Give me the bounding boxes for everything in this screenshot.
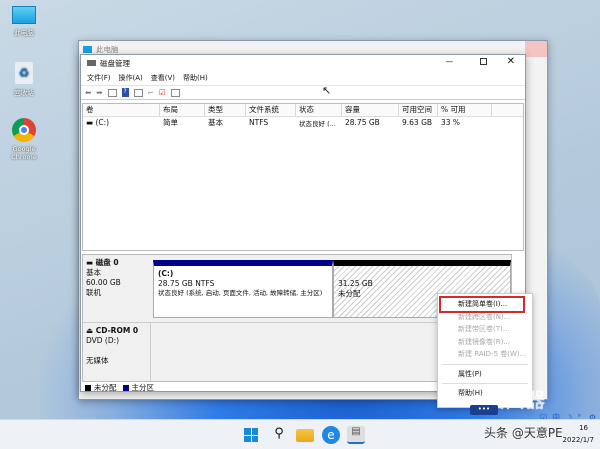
cell-type: 基本	[208, 118, 223, 127]
disk0-name: 磁盘 0	[95, 258, 119, 267]
menu-bar: 文件(F) 操作(A) 查看(V) 帮助(H)	[81, 71, 525, 85]
icon-label: Google Chrome	[11, 145, 37, 161]
col-status[interactable]: 状态	[296, 104, 342, 116]
unallocated-size: 31.25 GB	[338, 279, 373, 288]
list-icon[interactable]	[170, 88, 180, 97]
disk0-size: 60.00 GB	[86, 278, 121, 287]
toolbar: ⬅ ➡ ? ⌐ ☑	[81, 85, 525, 100]
col-layout[interactable]: 布局	[160, 104, 205, 116]
legend-primary: 主分区	[131, 383, 155, 392]
menu-properties[interactable]: 属性(P)	[438, 368, 532, 381]
mouse-cursor-icon: ↖	[322, 84, 332, 97]
menu-new-striped-volume[interactable]: 新建带区卷(T)...	[438, 323, 532, 336]
clock-time[interactable]: 16	[579, 424, 588, 432]
legend-swatch-primary	[122, 384, 129, 391]
cdrom-drive: DVD (D:)	[86, 336, 120, 345]
disk0-info[interactable]: ▬ 磁盘 0 基本 60.00 GB 联机	[86, 258, 148, 298]
forward-icon[interactable]: ➡	[96, 88, 102, 97]
volume-list: 卷 布局 类型 文件系统 状态 容量 可用空间 % 可用 ▬ (C:) 简单 基…	[82, 103, 524, 251]
file-explorer-icon[interactable]	[296, 429, 314, 442]
taskbar: ⚲ e ▤ 头条 @天意PE 16 2022/1/7	[0, 419, 600, 449]
menu-help[interactable]: 帮助(H)	[183, 73, 208, 83]
cell-pct: 33 %	[441, 118, 461, 127]
menu-new-spanned-volume[interactable]: 新建跨区卷(N)...	[438, 311, 532, 324]
cdrom-icon: ⏏	[86, 326, 96, 335]
recycle-bin-icon: ♻	[15, 62, 33, 84]
clock-date[interactable]: 2022/1/7	[563, 436, 594, 444]
menu-view[interactable]: 查看(V)	[151, 73, 175, 83]
col-capacity[interactable]: 容量	[342, 104, 399, 116]
disk0-type: 基本	[86, 268, 101, 277]
disk-icon: ▬	[86, 258, 96, 267]
icon-label: 此电脑	[14, 29, 34, 37]
col-pct[interactable]: % 可用	[438, 104, 492, 116]
legend-swatch-unallocated	[85, 384, 91, 391]
tray-overflow-button[interactable]: •••	[470, 405, 498, 415]
connect-icon[interactable]: ⌐	[148, 88, 154, 97]
legend-unallocated: 未分配	[94, 383, 117, 392]
minimize-button[interactable]: —	[446, 57, 454, 66]
monitor-icon	[12, 6, 36, 24]
search-icon[interactable]: ⚲	[270, 426, 288, 444]
window-title: 磁盘管理	[100, 58, 130, 68]
help-icon[interactable]: ?	[121, 88, 129, 97]
edge-icon[interactable]: e	[322, 426, 340, 444]
menu-new-mirrored-volume[interactable]: 新建镜像卷(R)...	[438, 336, 532, 349]
col-fs[interactable]: 文件系统	[246, 104, 296, 116]
disk-management-taskbar-icon[interactable]: ▤	[347, 426, 365, 444]
partition-c[interactable]: (C:) 28.75 GB NTFS 状态良好 (系统, 启动, 页面文件, 活…	[153, 260, 333, 318]
partition-c-status: 状态良好 (系统, 启动, 页面文件, 活动, 故障转储, 主分区)	[158, 289, 323, 297]
menu-new-simple-volume[interactable]: 新建简单卷(I)...	[439, 296, 525, 313]
cdrom-media: 无媒体	[86, 356, 109, 365]
cell-status: 状态良好 (...	[299, 119, 336, 128]
col-type[interactable]: 类型	[205, 104, 246, 116]
col-free[interactable]: 可用空间	[399, 104, 438, 116]
table-header: 卷 布局 类型 文件系统 状态 容量 可用空间 % 可用	[83, 104, 523, 117]
console-icon[interactable]	[107, 88, 117, 97]
cdrom-info[interactable]: ⏏ CD-ROM 0 DVD (D:) 无媒体	[86, 326, 138, 366]
cdrom-name: CD-ROM 0	[95, 326, 139, 335]
maximize-button[interactable]	[480, 58, 487, 65]
partition-c-label: (C:)	[158, 269, 174, 278]
menu-action[interactable]: 操作(A)	[119, 73, 143, 83]
start-button[interactable]	[242, 426, 260, 444]
cell-layout: 简单	[163, 118, 178, 127]
watermark-credit: 头条 @天意PE	[484, 426, 563, 440]
menu-new-raid5-volume[interactable]: 新建 RAID-5 卷(W)...	[438, 348, 532, 361]
check-icon[interactable]: ☑	[159, 88, 166, 97]
icon-label: 回收站	[14, 89, 34, 97]
desktop-icon-recycle-bin[interactable]: ♻ 回收站	[4, 62, 44, 97]
disk-management-icon	[87, 60, 96, 66]
close-button[interactable]: ✕	[507, 56, 515, 67]
col-volume[interactable]: 卷	[83, 104, 160, 116]
legend: 未分配 主分区	[85, 382, 154, 393]
table-row[interactable]: ▬ (C:) 简单 基本 NTFS 状态良好 (... 28.75 GB 9.6…	[83, 117, 523, 128]
cell-free: 9.63 GB	[402, 118, 433, 127]
properties-icon[interactable]	[133, 88, 143, 97]
explorer-close-button[interactable]	[525, 41, 547, 57]
desktop-icon-this-pc[interactable]: 此电脑	[4, 6, 44, 37]
disk0-state: 联机	[86, 288, 101, 297]
chrome-icon	[12, 118, 36, 142]
cell-fs: NTFS	[249, 118, 269, 127]
pc-icon	[83, 45, 92, 53]
desktop-icon-chrome[interactable]: Google Chrome	[4, 118, 44, 161]
cell-capacity: 28.75 GB	[345, 118, 380, 127]
cell-volume: (C:)	[95, 118, 110, 127]
explorer-title: 此电脑	[96, 44, 119, 54]
menu-file[interactable]: 文件(F)	[87, 73, 111, 83]
partition-c-size: 28.75 GB NTFS	[158, 279, 215, 288]
back-icon[interactable]: ⬅	[85, 88, 91, 97]
